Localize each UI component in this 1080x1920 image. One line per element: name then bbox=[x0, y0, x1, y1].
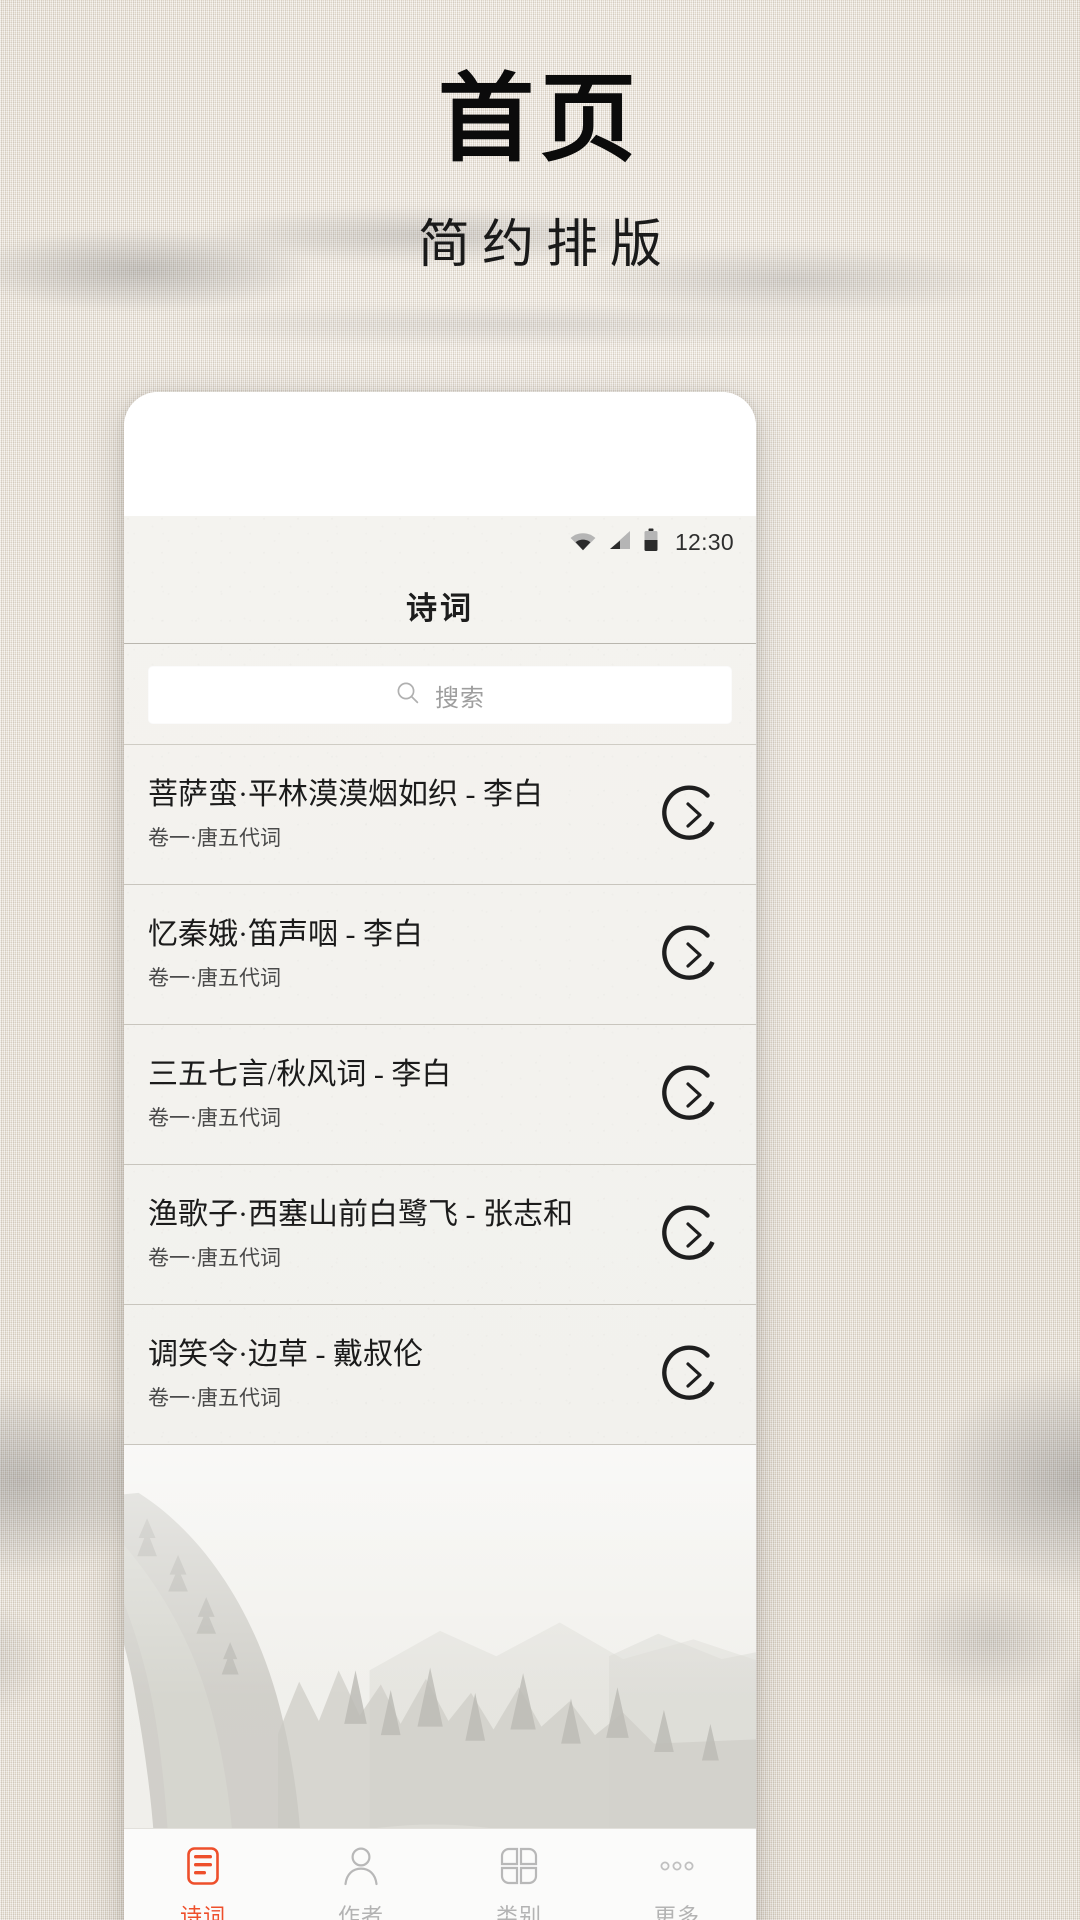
phone-mockup: 12:30 诗词 搜索 菩萨蛮·平林漠漠烟如织 - 李白 卷一·唐五代词 忆秦娥… bbox=[124, 392, 756, 1920]
hero-section: 首页 简约排版 bbox=[0, 0, 1080, 272]
search-placeholder: 搜索 bbox=[435, 684, 485, 712]
list-item-subtitle: 卷一·唐五代词 bbox=[148, 1386, 281, 1411]
app-screen: 12:30 诗词 搜索 菩萨蛮·平林漠漠烟如织 - 李白 卷一·唐五代词 忆秦娥… bbox=[124, 516, 756, 1920]
chevron-right-circle-icon[interactable] bbox=[660, 922, 726, 988]
list-item[interactable]: 菩萨蛮·平林漠漠烟如织 - 李白 卷一·唐五代词 bbox=[124, 745, 756, 885]
list-item[interactable]: 三五七言/秋风词 - 李白 卷一·唐五代词 bbox=[124, 1025, 756, 1165]
list-item-text: 三五七言/秋风词 - 李白 卷一·唐五代词 bbox=[148, 1057, 660, 1131]
list-item-text: 菩萨蛮·平林漠漠烟如织 - 李白 卷一·唐五代词 bbox=[148, 777, 660, 851]
chevron-right-circle-icon[interactable] bbox=[660, 1202, 726, 1268]
app-bar-title: 诗词 bbox=[406, 591, 474, 626]
list-item-text: 调笑令·边草 - 戴叔伦 卷一·唐五代词 bbox=[148, 1337, 660, 1411]
tab-label: 诗词 bbox=[179, 1904, 226, 1920]
category-grid-icon bbox=[496, 1843, 542, 1889]
list-item-title: 渔歌子·西塞山前白鹭飞 - 张志和 bbox=[148, 1198, 573, 1232]
poem-list: 菩萨蛮·平林漠漠烟如织 - 李白 卷一·唐五代词 忆秦娥·笛声咽 - 李白 卷一… bbox=[124, 745, 756, 1445]
tab-label: 作者 bbox=[337, 1904, 384, 1920]
list-item[interactable]: 忆秦娥·笛声咽 - 李白 卷一·唐五代词 bbox=[124, 885, 756, 1025]
list-item-title: 忆秦娥·笛声咽 - 李白 bbox=[148, 918, 423, 952]
list-item[interactable]: 调笑令·边草 - 戴叔伦 卷一·唐五代词 bbox=[124, 1305, 756, 1445]
list-item-title: 菩萨蛮·平林漠漠烟如织 - 李白 bbox=[148, 778, 543, 812]
list-item-title: 调笑令·边草 - 戴叔伦 bbox=[148, 1338, 423, 1372]
tab-label: 更多 bbox=[653, 1904, 700, 1920]
wifi-icon bbox=[569, 529, 597, 556]
search-icon bbox=[395, 680, 421, 711]
status-bar: 12:30 bbox=[124, 516, 756, 568]
page-title: 首页 bbox=[438, 66, 642, 173]
more-dots-icon bbox=[654, 1843, 700, 1889]
tab-categories[interactable]: 类别 bbox=[440, 1843, 598, 1920]
list-item-text: 渔歌子·西塞山前白鹭飞 - 张志和 卷一·唐五代词 bbox=[148, 1197, 660, 1271]
status-bar-time: 12:30 bbox=[674, 528, 734, 555]
list-item-subtitle: 卷一·唐五代词 bbox=[148, 1246, 281, 1271]
tab-more[interactable]: 更多 bbox=[598, 1843, 756, 1920]
page-subtitle: 简约排版 bbox=[417, 217, 674, 274]
battery-icon bbox=[643, 528, 659, 557]
tab-label: 类别 bbox=[495, 1904, 542, 1920]
list-item-text: 忆秦娥·笛声咽 - 李白 卷一·唐五代词 bbox=[148, 917, 660, 991]
tab-authors[interactable]: 作者 bbox=[282, 1843, 440, 1920]
search-input[interactable]: 搜索 bbox=[148, 666, 732, 724]
person-icon bbox=[338, 1843, 384, 1889]
list-item-title: 三五七言/秋风词 - 李白 bbox=[148, 1058, 452, 1092]
list-item-subtitle: 卷一·唐五代词 bbox=[148, 1106, 281, 1131]
tab-poems[interactable]: 诗词 bbox=[124, 1843, 282, 1920]
bottom-tab-bar: 诗词 作者 类别 更多 bbox=[124, 1828, 756, 1920]
search-section: 搜索 bbox=[124, 644, 756, 745]
chevron-right-circle-icon[interactable] bbox=[660, 1342, 726, 1408]
app-bar: 诗词 bbox=[124, 568, 756, 644]
list-item-subtitle: 卷一·唐五代词 bbox=[148, 966, 281, 991]
list-item[interactable]: 渔歌子·西塞山前白鹭飞 - 张志和 卷一·唐五代词 bbox=[124, 1165, 756, 1305]
chevron-right-circle-icon[interactable] bbox=[660, 1062, 726, 1128]
chevron-right-circle-icon[interactable] bbox=[660, 782, 726, 848]
poem-list-icon bbox=[180, 1843, 226, 1889]
cellular-signal-icon bbox=[608, 529, 632, 556]
list-item-subtitle: 卷一·唐五代词 bbox=[148, 826, 281, 851]
phone-bezel bbox=[124, 392, 756, 516]
